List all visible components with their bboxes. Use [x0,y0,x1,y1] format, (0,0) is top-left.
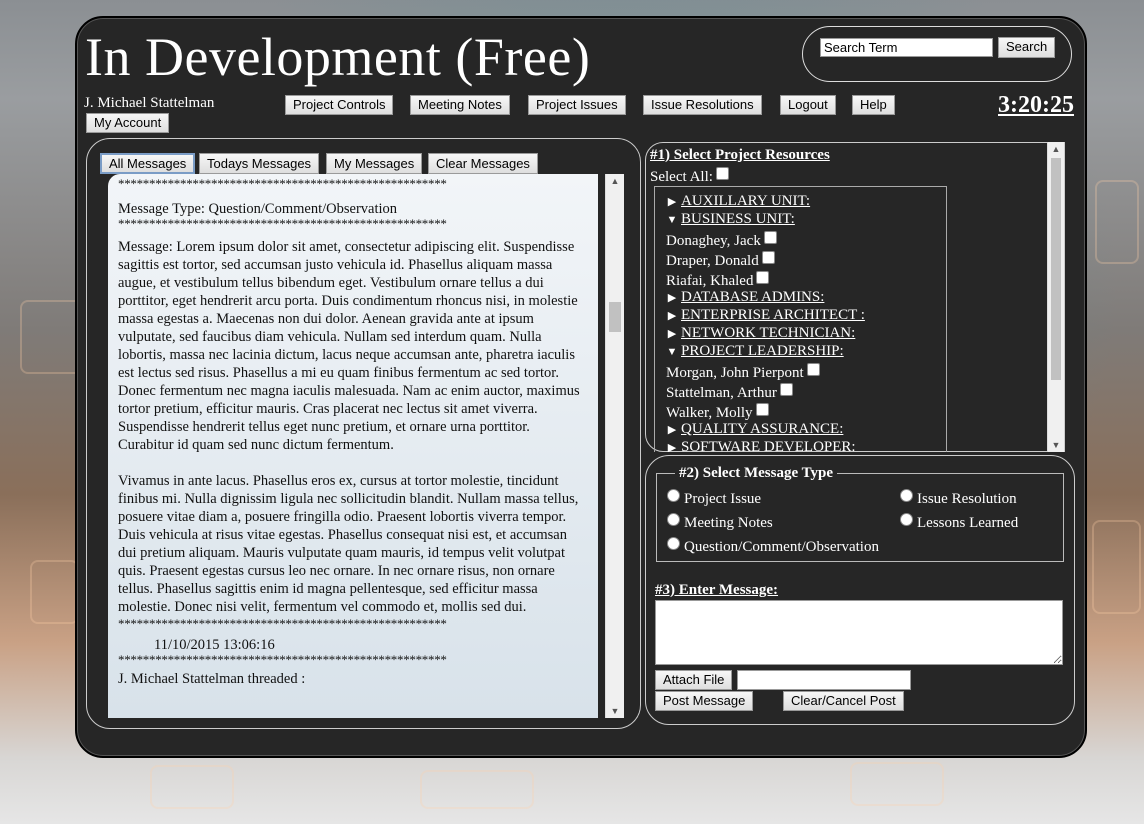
message-body: Vivamus in ante lacus. Phasellus eros ex… [118,473,579,615]
member-checkbox[interactable] [756,271,770,284]
radio-button[interactable] [667,513,680,526]
scrollbar-thumb[interactable] [1051,158,1061,380]
search-button[interactable]: Search [998,37,1056,58]
radio-button[interactable] [900,513,913,526]
logout-button[interactable]: Logout [780,95,836,115]
help-button[interactable]: Help [852,95,895,115]
nav-meeting-notes[interactable]: Meeting Notes [410,95,510,115]
radio-question-comment[interactable]: Question/Comment/Observation [667,537,879,556]
attach-file-button[interactable]: Attach File [655,670,733,690]
radio-button[interactable] [667,537,680,550]
clock: 3:20:25 [998,92,1074,118]
collapsed-arrow-icon[interactable]: ▶ [663,327,681,340]
expanded-arrow-icon[interactable]: ▼ [663,346,681,358]
tree-group-auxillary[interactable]: ▶ AUXILLARY UNIT: [663,193,810,210]
select-all: Select All: [650,167,729,186]
tree-group-software[interactable]: ▶ SOFTWARE DEVELOPER: [663,439,856,452]
collapsed-arrow-icon[interactable]: ▶ [663,309,681,322]
user-name: J. Michael Stattelman [84,95,215,111]
tree-group-database[interactable]: ▶ DATABASE ADMINS: [663,289,825,306]
separator: ****************************************… [118,218,447,230]
scroll-up-icon[interactable]: ▲ [1048,144,1064,154]
tree-group-enterprise[interactable]: ▶ ENTERPRISE ARCHITECT : [663,307,865,324]
radio-button[interactable] [667,489,680,502]
tab-todays-messages[interactable]: Todays Messages [199,153,320,174]
tree-member: Draper, Donald [666,251,775,270]
tree-group-business[interactable]: ▼ BUSINESS UNIT: [663,211,795,228]
radio-issue-resolution[interactable]: Issue Resolution [900,489,1017,508]
resources-scrollbar[interactable]: ▲ ▼ [1047,142,1064,452]
radio-button[interactable] [900,489,913,502]
enter-message-label: #3) Enter Message: [655,582,779,598]
radio-lessons-learned[interactable]: Lessons Learned [900,513,1018,532]
tree-group-qa[interactable]: ▶ QUALITY ASSURANCE: [663,421,844,438]
scroll-down-icon[interactable]: ▼ [606,706,624,716]
message-scrollbar[interactable]: ▲ ▼ [605,174,624,718]
my-account-button[interactable]: My Account [86,113,170,133]
resources-tree: ▶ AUXILLARY UNIT: ▼ BUSINESS UNIT: Donaghe… [654,186,947,452]
message-type-legend: #2) Select Message Type [679,465,833,481]
attach-file-input[interactable] [737,670,911,690]
tree-member: Riafai, Khaled [666,271,770,290]
tab-my-messages[interactable]: My Messages [326,153,423,174]
scrollbar-thumb[interactable] [609,302,621,332]
radio-meeting-notes[interactable]: Meeting Notes [667,513,773,532]
tree-member: Stattelman, Arthur [666,383,793,402]
nav-issue-resolutions[interactable]: Issue Resolutions [643,95,762,115]
clear-cancel-post-button[interactable]: Clear/Cancel Post [783,691,904,711]
member-checkbox[interactable] [755,403,769,416]
tree-member: Walker, Molly [666,403,769,422]
tree-member: Donaghey, Jack [666,231,777,250]
tree-member: Morgan, John Pierpont [666,363,820,382]
separator: ****************************************… [118,178,447,190]
member-checkbox[interactable] [763,231,777,244]
tree-group-network[interactable]: ▶ NETWORK TECHNICIAN: [663,325,856,342]
nav-project-issues[interactable]: Project Issues [528,95,626,115]
message-timestamp: 11/10/2015 13:06:16 [154,637,275,653]
message-textarea[interactable] [655,600,1063,665]
post-message-button[interactable]: Post Message [655,691,754,711]
message-body: Message: Lorem ipsum dolor sit amet, con… [118,239,580,453]
collapsed-arrow-icon[interactable]: ▶ [663,423,681,436]
tab-clear-messages[interactable]: Clear Messages [428,153,538,174]
scroll-down-icon[interactable]: ▼ [1048,440,1064,450]
resources-title: #1) Select Project Resources [650,147,830,163]
collapsed-arrow-icon[interactable]: ▶ [663,291,681,304]
expanded-arrow-icon[interactable]: ▼ [663,214,681,226]
radio-project-issue[interactable]: Project Issue [667,489,761,508]
tab-all-messages[interactable]: All Messages [100,153,196,174]
collapsed-arrow-icon[interactable]: ▶ [663,195,681,208]
nav-project-controls[interactable]: Project Controls [285,95,394,115]
member-checkbox[interactable] [779,383,793,396]
search-input[interactable] [820,38,993,57]
select-all-checkbox[interactable] [715,167,729,180]
tree-group-leadership[interactable]: ▼ PROJECT LEADERSHIP: [663,343,844,360]
collapsed-arrow-icon[interactable]: ▶ [663,441,681,452]
threaded-line: J. Michael Stattelman threaded : [118,671,306,687]
select-all-label: Select All: [650,169,713,185]
separator: ****************************************… [118,618,447,630]
separator: ****************************************… [118,654,447,666]
message-type-line: Message Type: Question/Comment/Observati… [118,201,398,217]
page-title: In Development (Free) [85,27,591,87]
member-checkbox[interactable] [806,363,820,376]
scroll-up-icon[interactable]: ▲ [606,176,624,186]
message-list[interactable]: ****************************************… [108,174,598,718]
member-checkbox[interactable] [761,251,775,264]
